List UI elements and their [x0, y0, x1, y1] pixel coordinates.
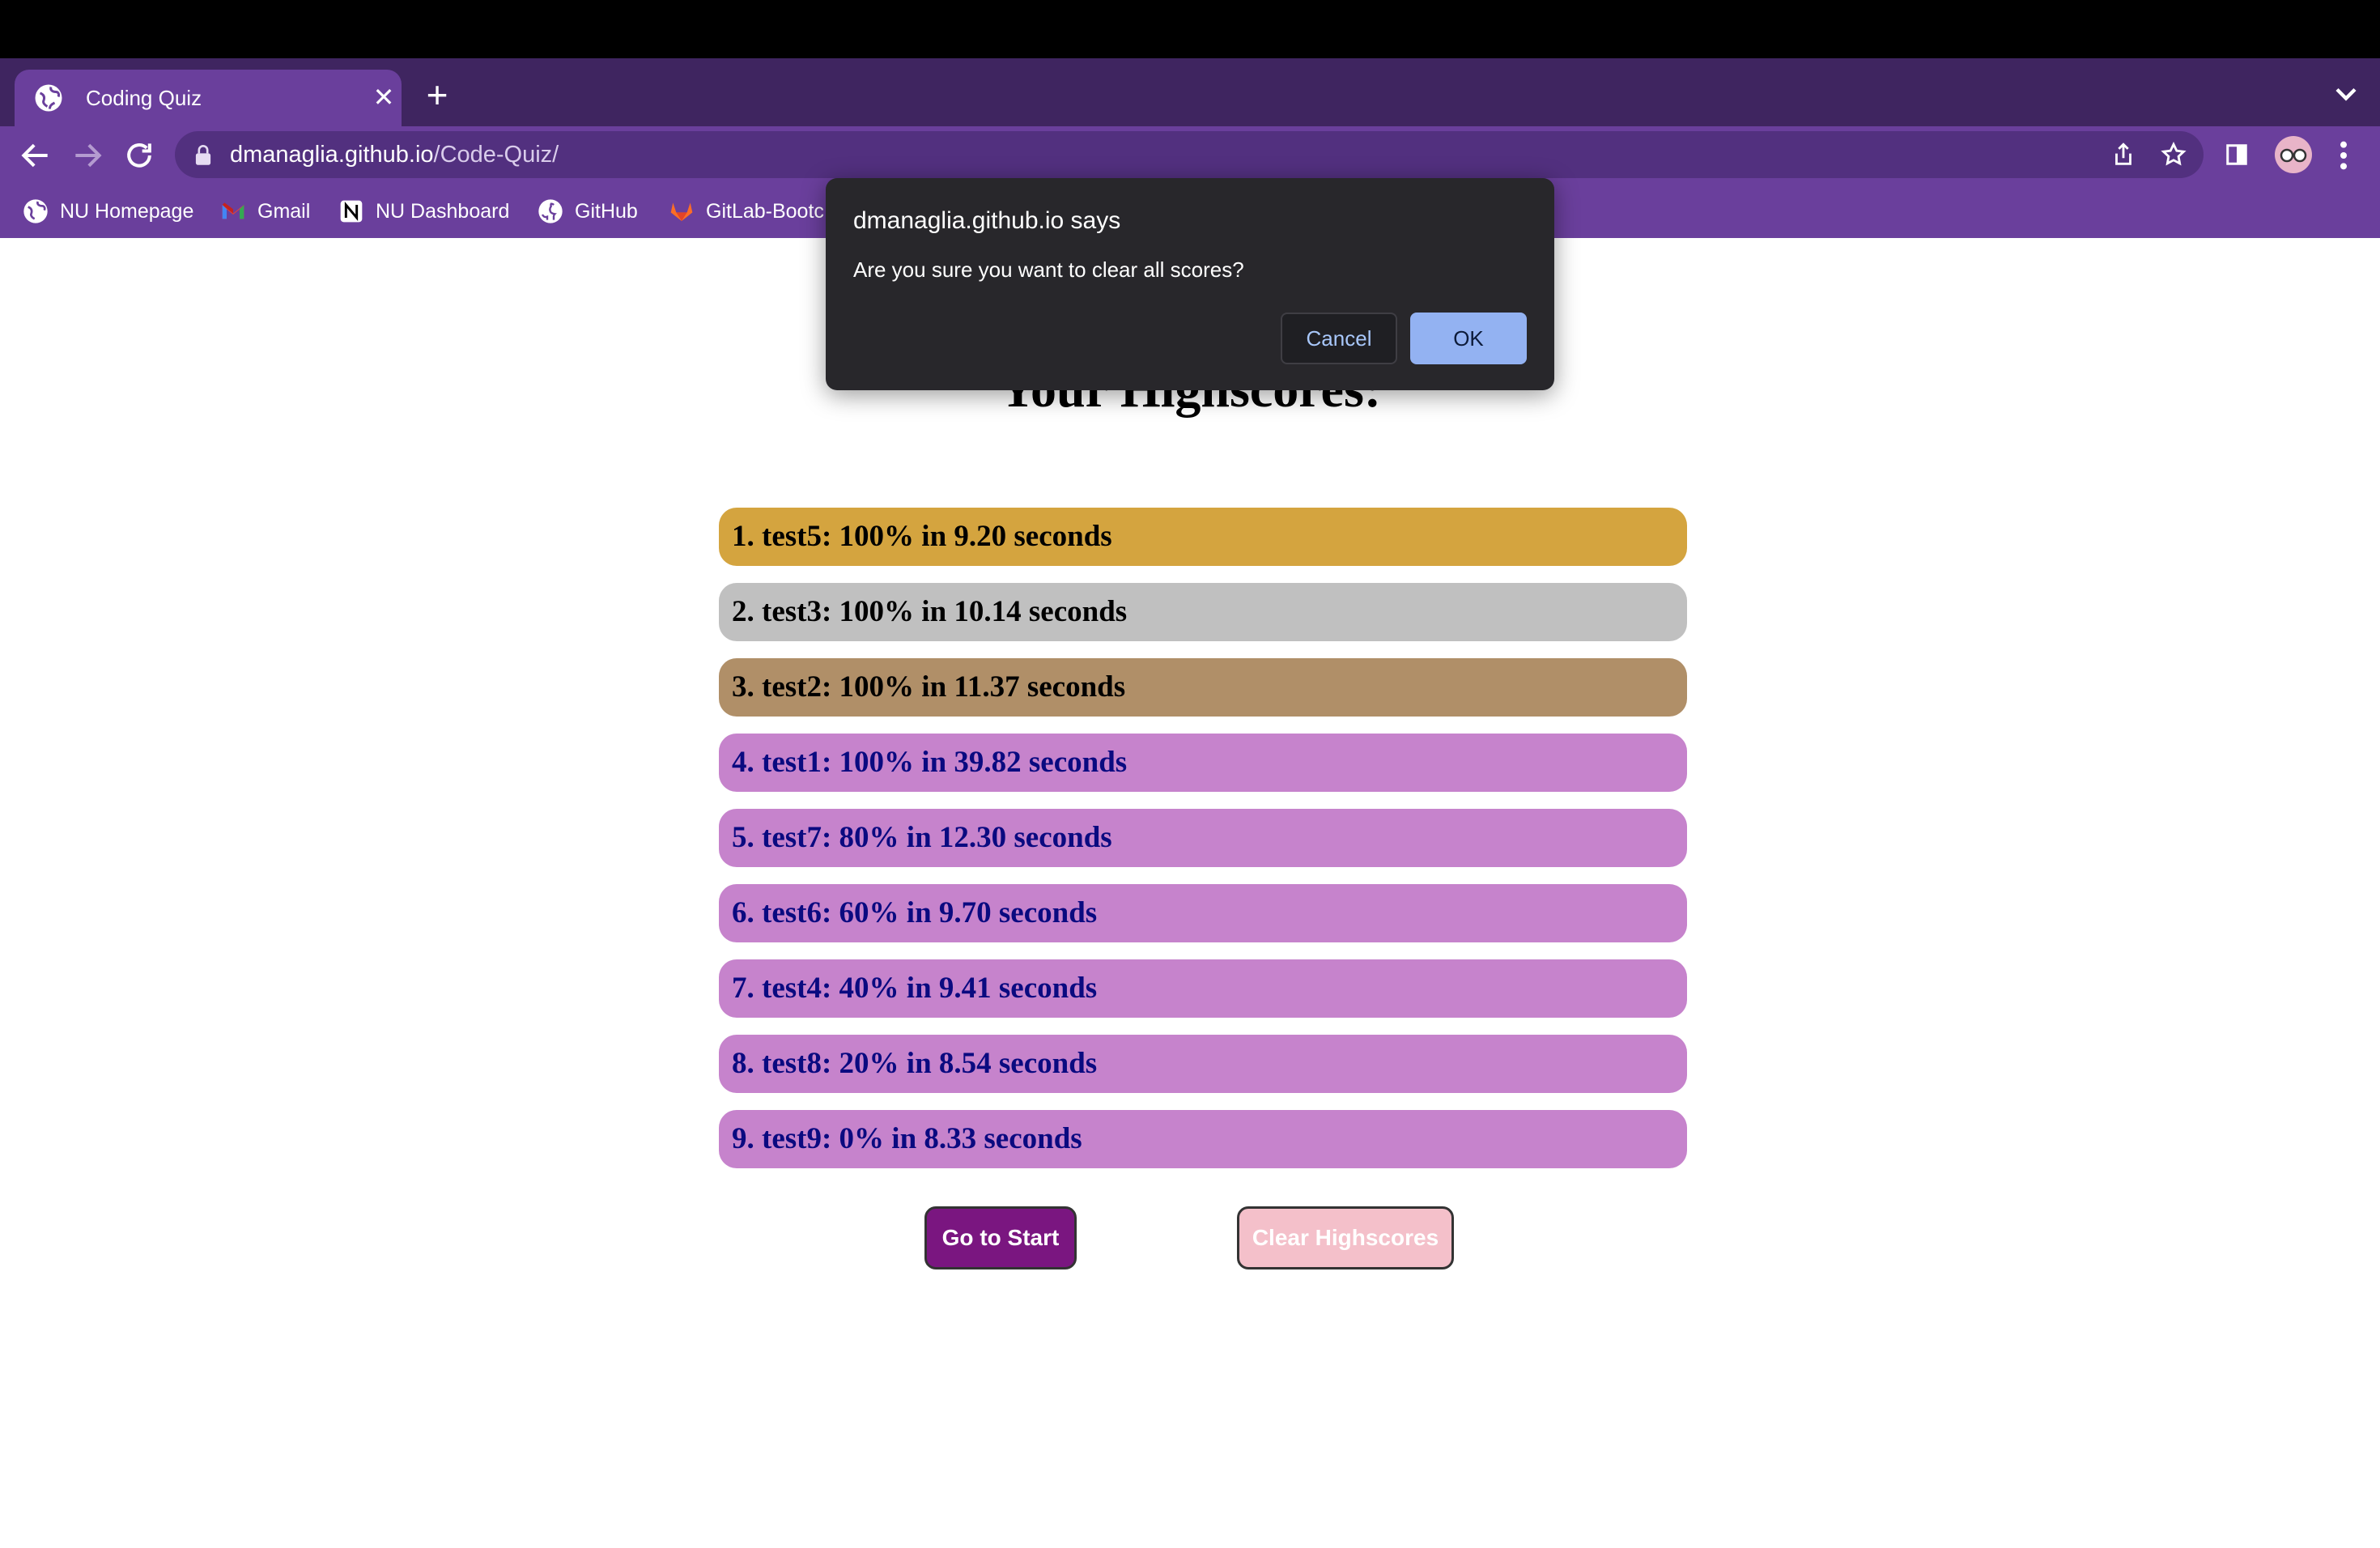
side-panel-icon[interactable]	[2225, 142, 2249, 167]
notion-icon	[340, 200, 363, 223]
tab-title: Coding Quiz	[86, 86, 202, 110]
ok-button[interactable]: OK	[1410, 313, 1527, 364]
score-row: 2. test3: 100% in 10.14 seconds	[719, 583, 1687, 641]
bookmark-label: Gmail	[257, 199, 311, 223]
bookmark-nu-homepage[interactable]: NU Homepage	[23, 194, 193, 228]
screen: Coding Quiz ✕ + dmanaglia.github.io/Code…	[0, 0, 2380, 1548]
tab-coding-quiz[interactable]: Coding Quiz ✕	[15, 70, 402, 126]
cancel-button[interactable]: Cancel	[1281, 313, 1397, 364]
gitlab-icon	[670, 202, 693, 221]
glasses-icon	[2280, 148, 2307, 163]
bookmark-star-icon[interactable]	[2160, 141, 2187, 168]
score-row: 3. test2: 100% in 11.37 seconds	[719, 658, 1687, 717]
profile-avatar[interactable]	[2275, 136, 2312, 173]
github-icon	[538, 199, 563, 223]
score-row: 5. test7: 80% in 12.30 seconds	[719, 809, 1687, 867]
bookmark-gmail[interactable]: Gmail	[220, 194, 310, 228]
dialog-title: dmanaglia.github.io says	[853, 207, 1121, 234]
bookmark-nu-dashboard[interactable]: NU Dashboard	[338, 194, 509, 228]
score-row: 6. test6: 60% in 9.70 seconds	[719, 884, 1687, 942]
confirm-dialog: dmanaglia.github.io says Are you sure yo…	[826, 178, 1554, 390]
score-row: 4. test1: 100% in 39.82 seconds	[719, 734, 1687, 792]
bookmark-gitlab[interactable]: GitLab-Bootc	[669, 194, 824, 228]
reload-icon[interactable]	[121, 138, 157, 173]
globe-icon	[23, 199, 48, 223]
go-to-start-button[interactable]: Go to Start	[924, 1206, 1077, 1269]
browser-toolbar: dmanaglia.github.io/Code-Quiz/	[0, 126, 2380, 185]
close-tab-icon[interactable]: ✕	[369, 81, 398, 113]
share-icon[interactable]	[2110, 141, 2137, 168]
score-row: 8. test8: 20% in 8.54 seconds	[719, 1035, 1687, 1093]
back-icon[interactable]	[18, 138, 53, 173]
dialog-message: Are you sure you want to clear all score…	[853, 257, 1244, 282]
address-bar[interactable]: dmanaglia.github.io/Code-Quiz/	[175, 131, 2204, 178]
forward-icon[interactable]	[70, 138, 105, 173]
lock-icon[interactable]	[194, 145, 212, 166]
url-path: /Code-Quiz/	[433, 142, 559, 168]
bookmark-github[interactable]: GitHub	[538, 194, 638, 228]
more-menu-icon[interactable]	[2331, 139, 2356, 172]
url-host: dmanaglia.github.io	[230, 142, 434, 168]
gmail-icon	[222, 202, 244, 219]
bookmark-label: GitLab-Bootc	[706, 199, 824, 223]
url-text: dmanaglia.github.io/Code-Quiz/	[230, 142, 559, 168]
bookmark-label: GitHub	[575, 199, 638, 223]
globe-icon	[35, 84, 62, 112]
chevron-down-icon[interactable]	[2328, 76, 2364, 112]
score-row: 7. test4: 40% in 9.41 seconds	[719, 959, 1687, 1018]
page-content: Your Highscores: 1. test5: 100% in 9.20 …	[0, 238, 2380, 1548]
tab-strip: Coding Quiz ✕ +	[0, 58, 2380, 126]
score-row: 1. test5: 100% in 9.20 seconds	[719, 508, 1687, 566]
new-tab-icon[interactable]: +	[418, 76, 457, 115]
clear-highscores-button[interactable]: Clear Highscores	[1237, 1206, 1454, 1269]
score-row: 9. test9: 0% in 8.33 seconds	[719, 1110, 1687, 1168]
bookmark-label: NU Homepage	[60, 199, 194, 223]
bookmark-label: NU Dashboard	[376, 199, 510, 223]
